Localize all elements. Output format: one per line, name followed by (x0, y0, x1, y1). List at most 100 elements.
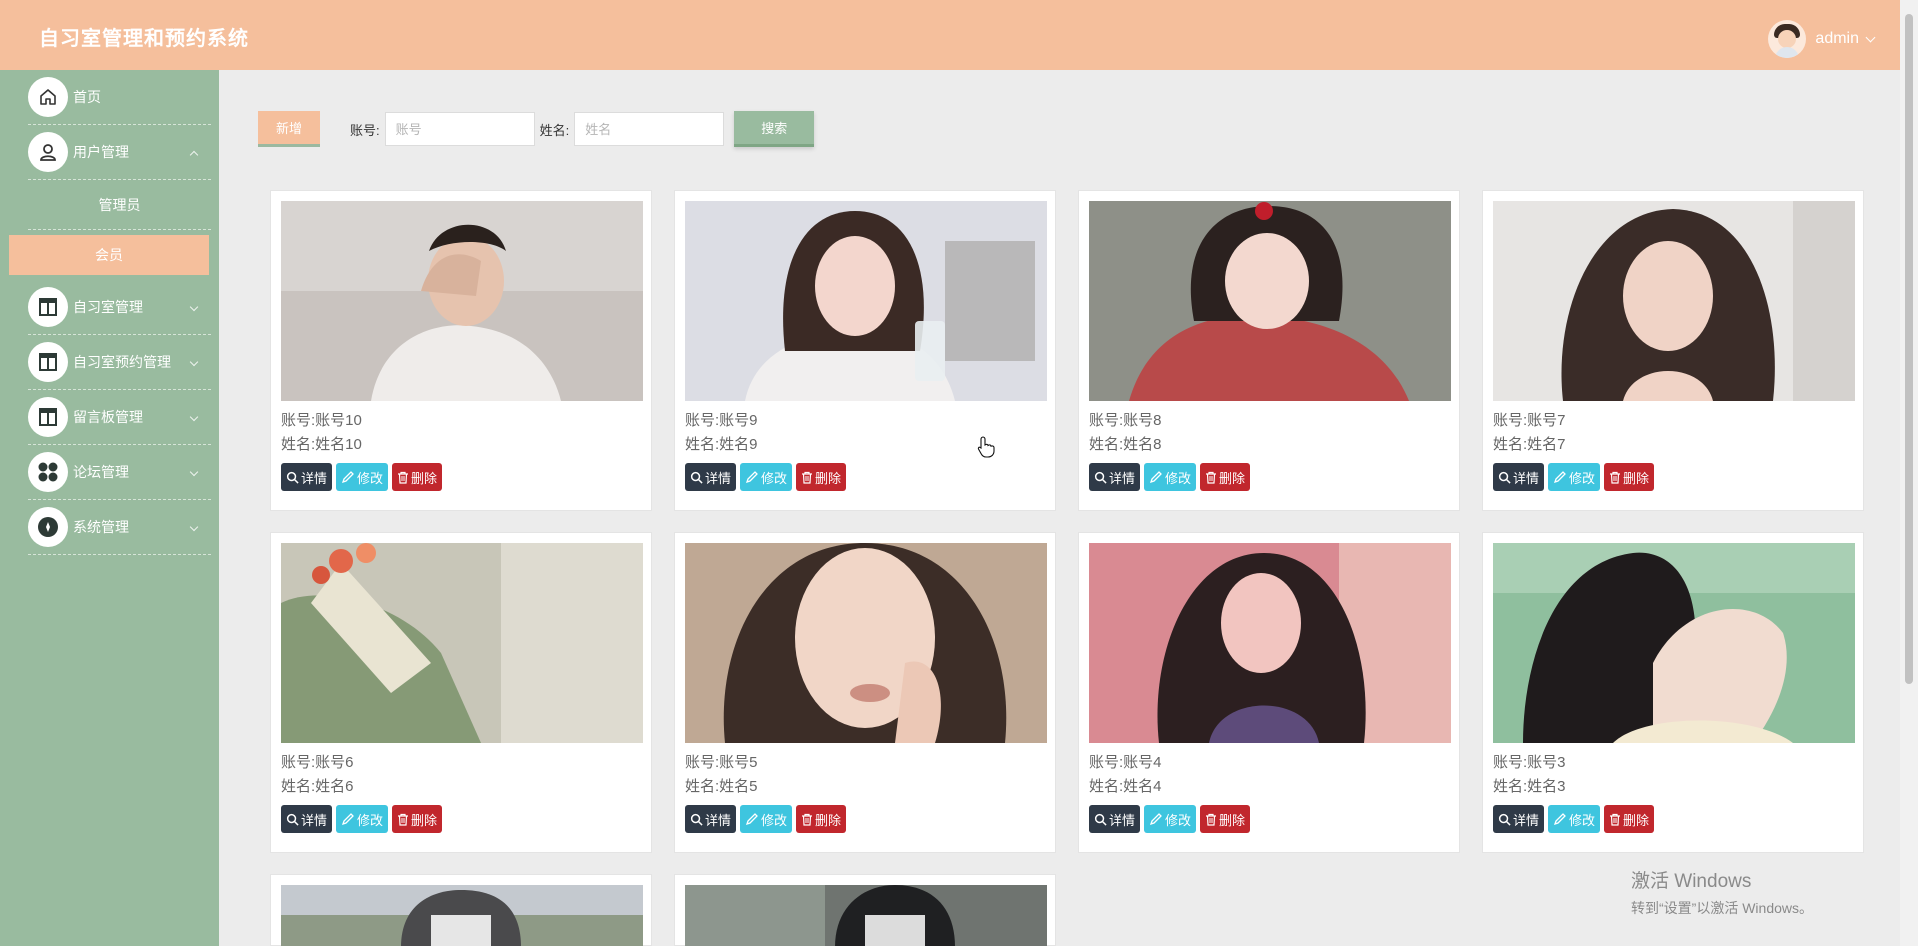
account-text: 账号:账号10 (281, 412, 362, 429)
home-icon (28, 77, 68, 117)
detail-button[interactable]: 详情 (1493, 463, 1545, 491)
chevron-down-icon (189, 467, 199, 477)
edit-icon (341, 813, 354, 826)
sidebar-item-message-board[interactable]: 留言板管理 (28, 390, 211, 445)
account-text: 账号:账号5 (685, 754, 758, 771)
sidebar-item-forum[interactable]: 论坛管理 (28, 445, 211, 500)
name-text: 姓名:姓名8 (1089, 436, 1162, 453)
detail-button[interactable]: 详情 (1089, 805, 1141, 833)
vertical-scrollbar[interactable] (1900, 0, 1918, 946)
name-label: 姓名: (539, 122, 570, 138)
member-photo (281, 885, 643, 946)
app-title: 自习室管理和预约系统 (39, 28, 249, 50)
sidebar-subitem-member[interactable]: 会员 (9, 235, 209, 275)
detail-button[interactable]: 详情 (1493, 805, 1545, 833)
delete-button[interactable]: 删除 (1200, 463, 1251, 491)
username[interactable]: admin (1815, 30, 1859, 48)
edit-button[interactable]: 修改 (740, 805, 793, 833)
chevron-down-icon (189, 302, 199, 312)
search-icon (1094, 813, 1107, 826)
delete-button[interactable]: 删除 (1604, 805, 1655, 833)
compass-icon (28, 507, 68, 547)
trash-icon (1206, 813, 1217, 826)
sidebar-item-label: 自习室管理 (73, 299, 143, 315)
sidebar-item-label: 论坛管理 (73, 464, 129, 480)
account-text: 账号:账号4 (1089, 754, 1162, 771)
trash-icon (1206, 471, 1217, 484)
edit-icon (745, 813, 758, 826)
member-card: 账号:账号4 姓名:姓名4 详情 修改 删除 (1078, 532, 1460, 853)
trash-icon (398, 471, 409, 484)
detail-button[interactable]: 详情 (281, 463, 333, 491)
detail-button[interactable]: 详情 (1089, 463, 1141, 491)
name-input[interactable] (574, 112, 725, 146)
search-toolbar: 新增 账号: 姓名: 搜索 (258, 111, 815, 147)
edit-icon (1553, 471, 1566, 484)
sidebar-item-reservation[interactable]: 自习室预约管理 (28, 335, 211, 390)
sidebar-item-home[interactable]: 首页 (28, 70, 211, 125)
edit-button[interactable]: 修改 (1144, 805, 1197, 833)
add-button[interactable]: 新增 (258, 111, 320, 147)
name-text: 姓名:姓名6 (281, 778, 354, 795)
detail-button[interactable]: 详情 (281, 805, 333, 833)
trash-icon (1610, 471, 1621, 484)
search-icon (286, 813, 299, 826)
edit-icon (1149, 471, 1162, 484)
delete-button[interactable]: 删除 (392, 805, 443, 833)
sidebar-item-label: 系统管理 (73, 519, 129, 535)
member-photo (685, 543, 1047, 743)
search-icon (1498, 471, 1511, 484)
delete-button[interactable]: 删除 (1604, 463, 1655, 491)
chevron-down-icon (189, 412, 199, 422)
edit-button[interactable]: 修改 (336, 805, 389, 833)
member-photo (281, 201, 643, 401)
sidebar-item-label: 留言板管理 (73, 409, 143, 425)
search-button[interactable]: 搜索 (734, 111, 815, 147)
member-photo (1493, 543, 1855, 743)
trash-icon (398, 813, 409, 826)
edit-button[interactable]: 修改 (1144, 463, 1197, 491)
account-text: 账号:账号7 (1493, 412, 1566, 429)
member-photo (281, 543, 643, 743)
account-label: 账号: (350, 122, 380, 138)
delete-button[interactable]: 删除 (796, 463, 847, 491)
hand-cursor-icon (977, 436, 995, 458)
edit-icon (1149, 813, 1162, 826)
detail-button[interactable]: 详情 (685, 805, 737, 833)
avatar[interactable] (1768, 20, 1807, 58)
search-icon (690, 471, 703, 484)
search-icon (286, 471, 299, 484)
sidebar-subitem-admin[interactable]: 管理员 (28, 180, 211, 230)
detail-button[interactable]: 详情 (685, 463, 737, 491)
edit-icon (341, 471, 354, 484)
sidebar-item-study-room[interactable]: 自习室管理 (28, 280, 211, 335)
delete-button[interactable]: 删除 (796, 805, 847, 833)
chevron-up-icon (189, 150, 199, 160)
chevron-down-icon[interactable] (1865, 32, 1876, 42)
delete-button[interactable]: 删除 (392, 463, 443, 491)
windows-activation-watermark: 激活 Windows 转到“设置”以激活 Windows。 (1631, 871, 1814, 916)
user-menu[interactable]: admin (1768, 20, 1876, 58)
sidebar-item-label: 首页 (73, 89, 101, 105)
trash-icon (802, 471, 813, 484)
name-text: 姓名:姓名5 (685, 778, 758, 795)
search-icon (1094, 471, 1107, 484)
top-header: 自习室管理和预约系统 admin (0, 0, 1900, 70)
scrollbar-thumb[interactable] (1905, 14, 1913, 684)
sidebar-item-system[interactable]: 系统管理 (28, 500, 211, 555)
account-text: 账号:账号9 (685, 412, 758, 429)
account-input[interactable] (384, 112, 535, 146)
member-photo (1089, 543, 1451, 743)
grid-icon (28, 452, 68, 492)
member-card: 账号:账号9 姓名:姓名9 详情 修改 删除 (674, 190, 1056, 511)
edit-button[interactable]: 修改 (1548, 463, 1601, 491)
member-photo (685, 201, 1047, 401)
sidebar-item-user-management[interactable]: 用户管理 (28, 125, 211, 180)
member-photo (1493, 201, 1855, 401)
edit-button[interactable]: 修改 (740, 463, 793, 491)
edit-button[interactable]: 修改 (1548, 805, 1601, 833)
member-card: 账号:账号6 姓名:姓名6 详情 修改 删除 (270, 532, 652, 853)
member-card: 账号:账号3 姓名:姓名3 详情 修改 删除 (1482, 532, 1864, 853)
edit-button[interactable]: 修改 (336, 463, 389, 491)
delete-button[interactable]: 删除 (1200, 805, 1251, 833)
